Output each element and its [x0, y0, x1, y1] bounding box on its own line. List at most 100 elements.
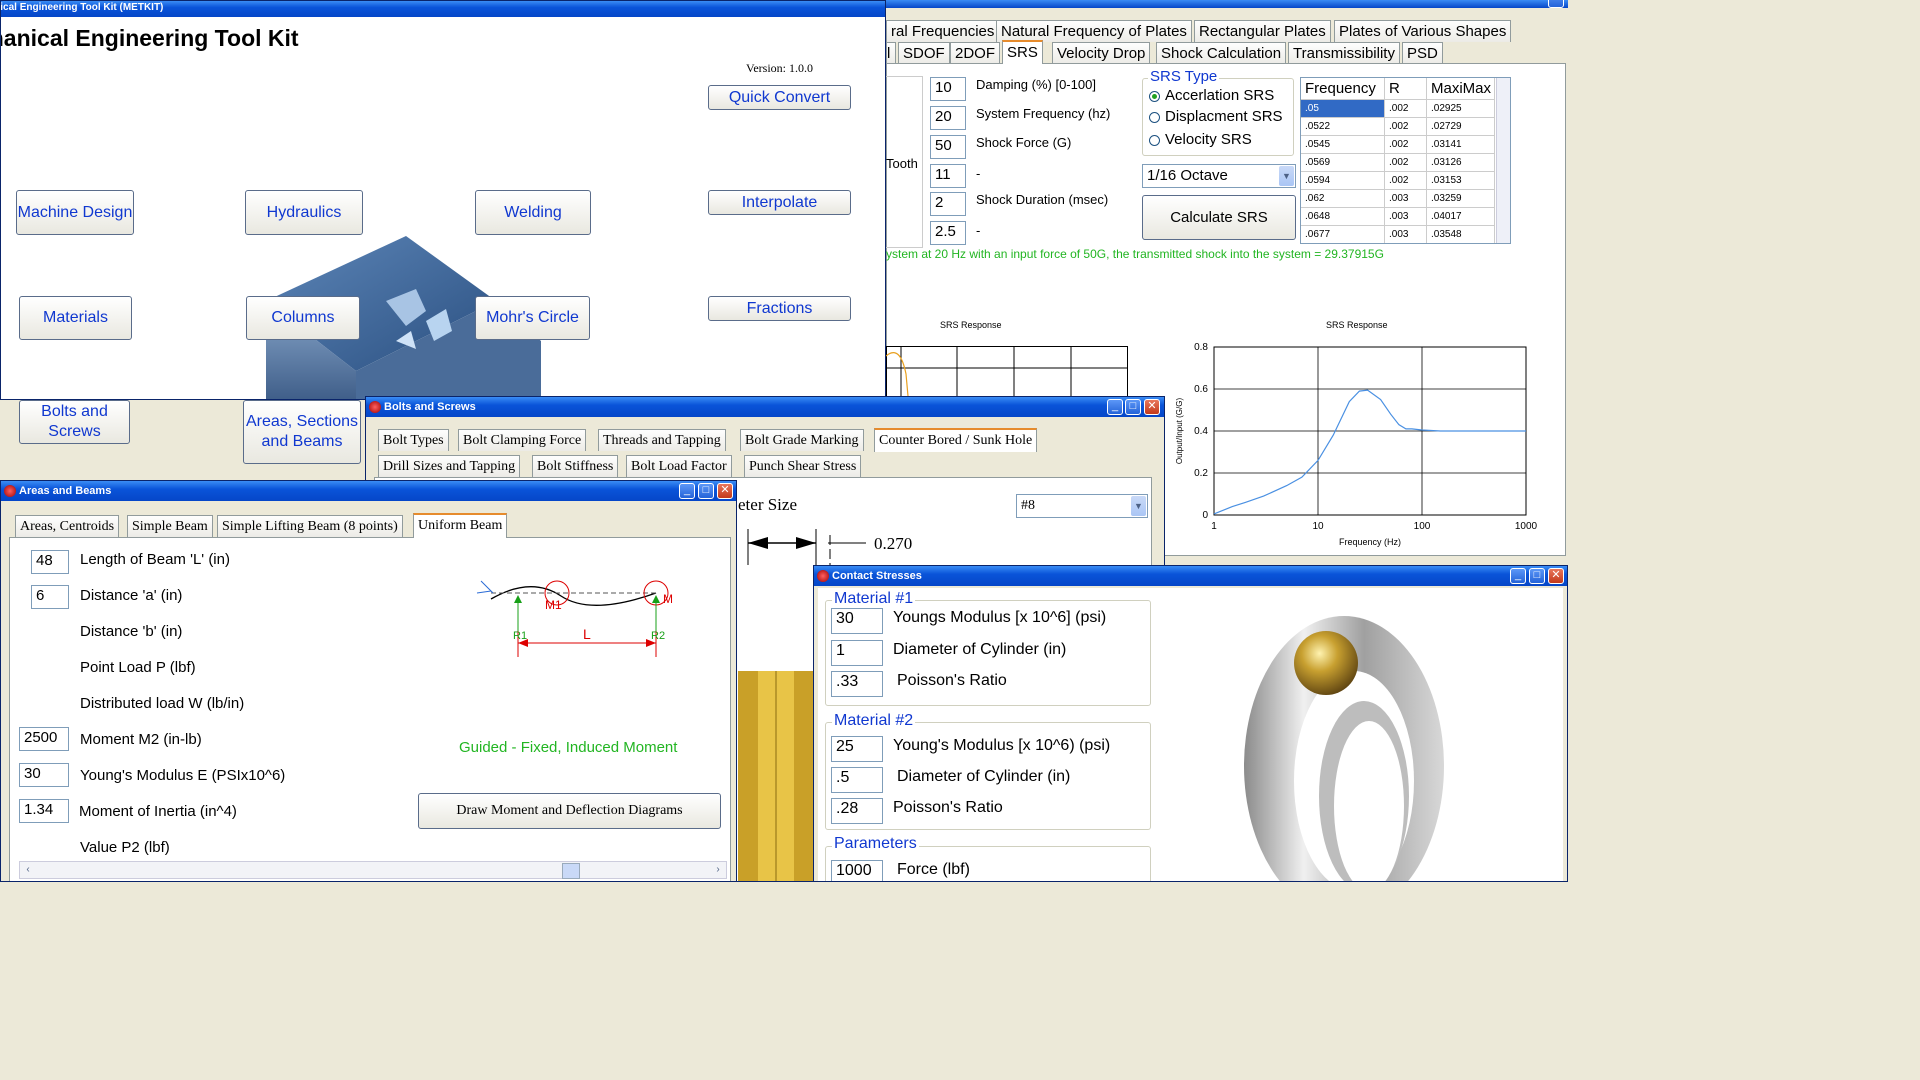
grid-cell[interactable]: .0569 [1301, 154, 1385, 172]
youngs-modulus-input[interactable]: 30 [19, 763, 69, 787]
material2-diameter-input[interactable]: .5 [831, 767, 883, 793]
grid-cell[interactable]: .003 [1385, 190, 1427, 208]
grid-cell[interactable]: .02729 [1427, 118, 1495, 136]
materials-button[interactable]: Materials [19, 296, 132, 340]
calculate-srs-button[interactable]: Calculate SRS [1142, 195, 1296, 240]
tab-simple-beam[interactable]: Simple Beam [127, 515, 213, 537]
welding-button[interactable]: Welding [475, 190, 591, 235]
tab-shock-calculation[interactable]: Shock Calculation [1156, 42, 1287, 64]
grid-cell[interactable]: .05 [1301, 100, 1385, 118]
tab-bolt-grade-marking[interactable]: Bolt Grade Marking [740, 429, 864, 451]
tab-uniform-beam[interactable]: Uniform Beam [413, 513, 508, 538]
grid-cell[interactable]: .0648 [1301, 208, 1385, 226]
tab-plates-of-various-shapes[interactable]: Plates of Various Shapes [1334, 20, 1512, 42]
length-input[interactable]: 48 [31, 550, 69, 574]
accel-srs-radio[interactable] [1149, 91, 1160, 102]
material2-youngs-input[interactable]: 25 [831, 736, 883, 762]
material1-diameter-input[interactable]: 1 [831, 640, 883, 666]
grid-cell[interactable]: .0594 [1301, 172, 1385, 190]
vel-srs-radio[interactable] [1149, 135, 1160, 146]
columns-button[interactable]: Columns [246, 296, 360, 340]
grid-cell[interactable]: .002 [1385, 100, 1427, 118]
vibration-close-button[interactable] [1548, 0, 1564, 8]
grid-cell[interactable]: .03141 [1427, 136, 1495, 154]
moment-of-inertia-input[interactable]: 1.34 [19, 799, 69, 823]
grid-cell[interactable]: .002 [1385, 136, 1427, 154]
material1-youngs-input[interactable]: 30 [831, 608, 883, 634]
grid-cell[interactable]: .002 [1385, 154, 1427, 172]
moment-m2-input[interactable]: 2500 [19, 727, 69, 751]
horizontal-scrollbar[interactable]: ‹ › [19, 861, 727, 879]
tab-areas-centroids[interactable]: Areas, Centroids [15, 515, 120, 537]
fractions-button[interactable]: Fractions [708, 296, 851, 321]
damping-input[interactable]: 10 [930, 77, 966, 101]
grid-cell[interactable]: .03548 [1427, 226, 1495, 243]
shock-duration-input[interactable]: 2 [930, 192, 966, 216]
grid-cell[interactable]: .003 [1385, 208, 1427, 226]
grid-scrollbar[interactable] [1496, 78, 1510, 243]
tab-bolt-clamping-force[interactable]: Bolt Clamping Force [458, 429, 587, 451]
tab-2dof[interactable]: 2DOF [950, 42, 1001, 64]
shock-force-input[interactable]: 50 [930, 135, 966, 159]
chevron-down-icon[interactable]: ▼ [1131, 496, 1146, 516]
contact-maximize-button[interactable]: □ [1529, 568, 1545, 584]
system-frequency-input[interactable]: 20 [930, 106, 966, 130]
tab-bolt-stiffness[interactable]: Bolt Stiffness [532, 455, 619, 477]
tab-drill-sizes[interactable]: Drill Sizes and Tapping [378, 455, 521, 477]
scroll-right-arrow[interactable]: › [710, 862, 726, 878]
grid-cell[interactable]: .002 [1385, 172, 1427, 190]
tab-punch-shear-stress[interactable]: Punch Shear Stress [744, 455, 862, 477]
scroll-thumb[interactable] [562, 863, 580, 879]
tab-rectangular-plates[interactable]: Rectangular Plates [1194, 20, 1331, 42]
hydraulics-button[interactable]: Hydraulics [245, 190, 363, 235]
tab-natural-frequency-of-plates[interactable]: Natural Frequency of Plates [996, 20, 1192, 42]
grid-cell[interactable]: .03153 [1427, 172, 1495, 190]
bolts-maximize-button[interactable]: □ [1125, 399, 1141, 415]
tab-bolt-types[interactable]: Bolt Types [378, 429, 449, 451]
machine-design-button[interactable]: Machine Design [16, 190, 134, 235]
distance-a-input[interactable]: 6 [31, 585, 69, 609]
tab-natural-frequencies[interactable]: ral Frequencies [886, 20, 1000, 42]
tab-sdof[interactable]: SDOF [898, 42, 950, 64]
material2-poisson-input[interactable]: .28 [831, 798, 883, 824]
areas-sections-beams-button-lower[interactable]: Areas, Sections and Beams [243, 400, 361, 464]
bolts-minimize-button[interactable]: _ [1107, 399, 1123, 415]
tab-psd[interactable]: PSD [1402, 42, 1443, 64]
bolts-close-button[interactable]: ✕ [1144, 399, 1160, 415]
tab-threads-and-tapping[interactable]: Threads and Tapping [598, 429, 726, 451]
mohrs-circle-button[interactable]: Mohr's Circle [475, 296, 590, 340]
tab-counter-bored[interactable]: Counter Bored / Sunk Hole [874, 428, 1038, 452]
material1-poisson-input[interactable]: .33 [831, 671, 883, 697]
grid-cell[interactable]: .0522 [1301, 118, 1385, 136]
scroll-left-arrow[interactable]: ‹ [20, 862, 36, 878]
grid-cell[interactable]: .04017 [1427, 208, 1495, 226]
field-4-input[interactable]: 11 [930, 164, 966, 188]
bolts-and-screws-button-lower[interactable]: Bolts and Screws [19, 400, 130, 444]
quick-convert-button[interactable]: Quick Convert [708, 85, 851, 110]
draw-diagrams-button[interactable]: Draw Moment and Deflection Diagrams [418, 793, 721, 829]
grid-cell[interactable]: .0677 [1301, 226, 1385, 243]
tab-srs[interactable]: SRS [1002, 40, 1043, 64]
areas-close-button[interactable]: ✕ [717, 483, 733, 499]
grid-cell[interactable]: .03126 [1427, 154, 1495, 172]
grid-cell[interactable]: .003 [1385, 226, 1427, 243]
grid-cell[interactable]: .0545 [1301, 136, 1385, 154]
areas-minimize-button[interactable]: _ [679, 483, 695, 499]
grid-cell[interactable]: .002 [1385, 118, 1427, 136]
tab-transmissibility[interactable]: Transmissibility [1288, 42, 1400, 64]
interpolate-button[interactable]: Interpolate [708, 190, 851, 215]
tab-velocity-drop[interactable]: Velocity Drop [1052, 42, 1151, 64]
grid-cell[interactable]: .02925 [1427, 100, 1495, 118]
bolt-size-select[interactable]: #8 ▼ [1016, 494, 1148, 518]
disp-srs-radio[interactable] [1149, 112, 1160, 123]
grid-cell[interactable]: .03259 [1427, 190, 1495, 208]
octave-select[interactable]: 1/16 Octave ▼ [1142, 164, 1296, 188]
field-6-input[interactable]: 2.5 [930, 221, 966, 245]
tab-partial[interactable]: l [886, 42, 896, 64]
chevron-down-icon[interactable]: ▼ [1279, 166, 1294, 186]
tab-bolt-load-factor[interactable]: Bolt Load Factor [626, 455, 732, 477]
tab-simple-lifting-beam[interactable]: Simple Lifting Beam (8 points) [217, 515, 403, 537]
contact-minimize-button[interactable]: _ [1510, 568, 1526, 584]
force-input[interactable]: 1000 [831, 860, 883, 881]
areas-maximize-button[interactable]: □ [698, 483, 714, 499]
